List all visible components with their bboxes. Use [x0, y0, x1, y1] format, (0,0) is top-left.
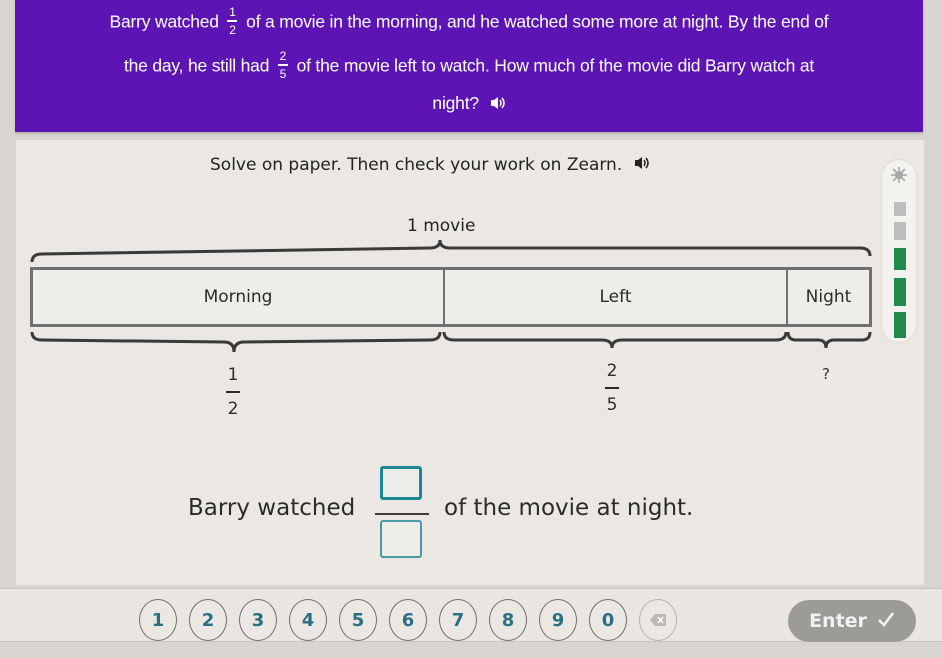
- denominator-input[interactable]: [380, 520, 422, 558]
- fraction-denominator: 5: [606, 395, 618, 415]
- enter-label: Enter: [809, 610, 867, 632]
- keypad-key-6[interactable]: 6: [389, 599, 427, 641]
- morning-value-fraction: 1 2: [226, 366, 240, 418]
- segment-label: Night: [805, 287, 852, 307]
- keypad-key-0[interactable]: 0: [589, 599, 627, 641]
- morning-brace: [30, 331, 442, 353]
- fraction-bar: [375, 513, 429, 515]
- keypad-key-5[interactable]: 5: [339, 599, 377, 641]
- keypad-key-2[interactable]: 2: [189, 599, 227, 641]
- night-brace: [786, 331, 872, 349]
- keypad-key-1[interactable]: 1: [139, 599, 177, 641]
- keypad-key-3[interactable]: 3: [239, 599, 277, 641]
- backspace-icon: [650, 610, 666, 631]
- keypad-key-8[interactable]: 8: [489, 599, 527, 641]
- enter-button[interactable]: Enter: [788, 600, 916, 642]
- answer-sentence-post: of the movie at night.: [444, 495, 693, 521]
- keypad-key-9[interactable]: 9: [539, 599, 577, 641]
- segment-label: Morning: [203, 287, 273, 307]
- keypad-key-7[interactable]: 7: [439, 599, 477, 641]
- keypad-key-4[interactable]: 4: [289, 599, 327, 641]
- tape-diagram: Morning Left Night: [30, 267, 872, 327]
- left-value-fraction: 2 5: [605, 362, 619, 414]
- left-brace: [442, 331, 788, 349]
- checkmark-icon: [877, 610, 895, 632]
- tape-segment-night: Night: [786, 270, 869, 324]
- tape-segment-morning: Morning: [33, 270, 443, 324]
- answer-text-post: of the movie at night.: [444, 495, 694, 521]
- tape-braces: [30, 239, 872, 353]
- fraction-numerator: 1: [227, 365, 239, 385]
- fraction-denominator: 2: [227, 399, 239, 419]
- numerator-input[interactable]: [380, 466, 422, 500]
- answer-text-pre: Barry watched: [188, 495, 356, 521]
- night-value-unknown: ?: [822, 365, 830, 383]
- backspace-button[interactable]: [639, 599, 677, 641]
- tape-segment-left: Left: [443, 270, 786, 324]
- fraction-numerator: 2: [606, 361, 618, 381]
- top-brace: [30, 239, 872, 263]
- answer-sentence: Barry watched: [188, 495, 355, 521]
- segment-label: Left: [599, 287, 632, 307]
